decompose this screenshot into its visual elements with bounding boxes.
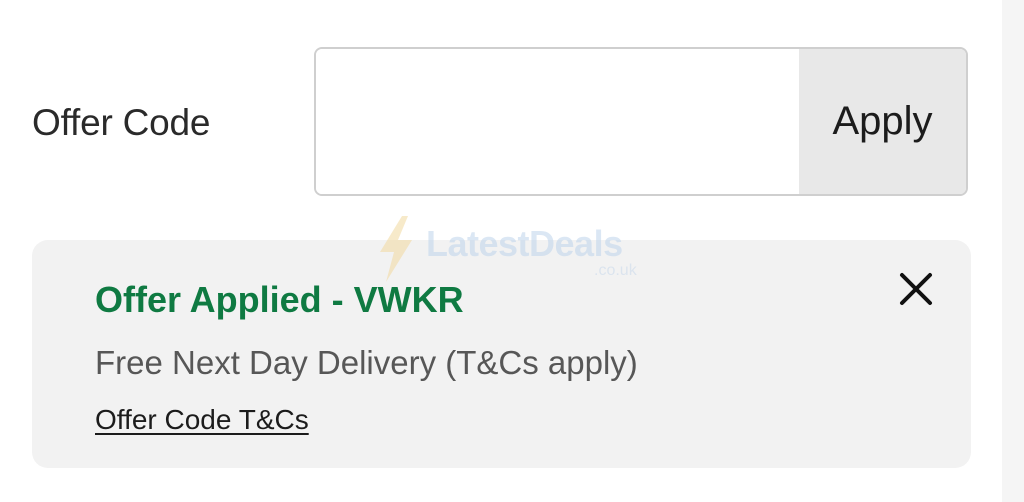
apply-button[interactable]: Apply: [799, 49, 966, 194]
watermark-domain: .co.uk: [594, 262, 637, 279]
offer-terms-link[interactable]: Offer Code T&Cs: [95, 402, 309, 438]
lightning-bolt-icon: [380, 216, 412, 282]
offer-description: Free Next Day Delivery (T&Cs apply): [95, 344, 638, 381]
latestdeals-watermark: LatestDeals .co.uk: [376, 216, 656, 286]
close-icon[interactable]: [899, 272, 933, 306]
offer-code-field-group: Apply: [314, 47, 968, 196]
watermark-brand: LatestDeals: [426, 223, 623, 264]
offer-code-label: Offer Code: [32, 102, 211, 143]
offer-code-input[interactable]: [316, 49, 799, 194]
page-edge-strip: [1002, 0, 1024, 502]
